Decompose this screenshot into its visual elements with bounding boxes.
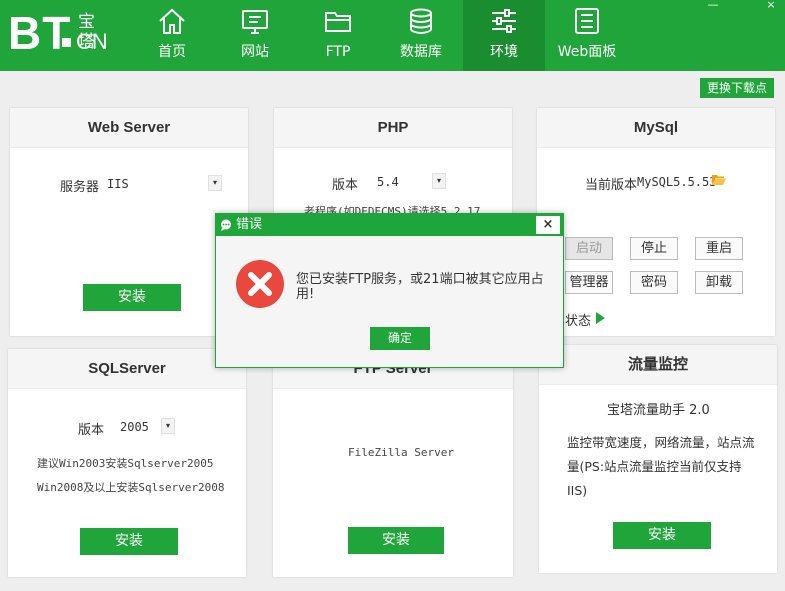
nav-ftp-label: FTP	[325, 44, 351, 60]
change-mirror-button[interactable]: 更换下载点	[700, 78, 774, 98]
mysql-current-value: MySQL5.5.53	[637, 175, 717, 189]
play-status-icon[interactable]	[596, 312, 605, 324]
nav-ftp[interactable]: FTP	[297, 0, 379, 71]
server-label: 服务器	[60, 180, 100, 195]
sqlserver-install-button[interactable]: 安装	[80, 528, 178, 555]
server-select-arrow-icon[interactable]: ▾	[208, 175, 222, 191]
php-version-label: 版本	[332, 178, 359, 193]
web-server-card: Web Server 服务器 IIS ▾ 安装	[10, 108, 248, 336]
mysql-card: MySql 当前版本 MySQL5.5.53 启动 停止 重启 管理器 密码 卸…	[537, 108, 775, 336]
mysql-password-button[interactable]: 密码	[630, 271, 678, 294]
web-server-title: Web Server	[10, 108, 248, 148]
top-header: BT 宝塔 CN 首页 网站 FTP 数据库 环境 Web面板 — ×	[0, 0, 785, 71]
sqlserver-version-arrow-icon[interactable]: ▾	[161, 418, 175, 434]
dialog-ok-button[interactable]: 确定	[370, 327, 430, 350]
nav-home-label: 首页	[158, 44, 186, 60]
mysql-manager-button[interactable]: 管理器	[565, 271, 613, 294]
mysql-restart-button[interactable]: 重启	[695, 237, 743, 260]
folder-icon	[325, 12, 351, 32]
ftp-card: FTP Server FileZilla Server 安装	[273, 349, 513, 577]
server-select-value[interactable]: IIS	[107, 177, 129, 191]
traffic-card: 流量监控 宝塔流量助手 2.0 监控带宽速度，网络流量，站点流量(PS:站点流量…	[539, 345, 777, 573]
sqlserver-card: SQLServer 版本 2005 ▾ 建议Win2003安装Sqlserver…	[8, 349, 246, 577]
error-dialog-titlebar: 错误 ×	[216, 214, 563, 236]
nav-environment[interactable]: 环境	[463, 0, 545, 71]
sqlserver-title: SQLServer	[8, 349, 246, 389]
error-x-icon	[236, 260, 284, 308]
window-close-button[interactable]: ×	[760, 0, 782, 12]
database-icon	[410, 8, 432, 35]
error-dialog: 错误 × 您已安装FTP服务，或21端口被其它应用占用! 确定	[215, 213, 564, 368]
mysql-title: MySql	[537, 108, 775, 148]
nav-web-panel[interactable]: Web面板	[546, 0, 628, 71]
sqlserver-version-value[interactable]: 2005	[120, 420, 149, 434]
traffic-tool-name: 宝塔流量助手 2.0	[607, 403, 710, 418]
error-message: 您已安装FTP服务，或21端口被其它应用占用!	[296, 272, 544, 302]
logo-dot	[62, 38, 71, 47]
logo-bt-text: BT	[8, 7, 72, 59]
nav-website-label: 网站	[241, 44, 269, 60]
sqlserver-hint-1: 建议Win2003安装Sqlserver2005	[37, 457, 214, 470]
traffic-install-button[interactable]: 安装	[613, 522, 711, 549]
nav-database[interactable]: 数据库	[380, 0, 462, 71]
php-version-arrow-icon[interactable]: ▾	[432, 173, 446, 189]
minimize-button[interactable]: —	[702, 0, 724, 12]
mysql-start-button[interactable]: 启动	[565, 237, 613, 260]
open-folder-icon[interactable]	[712, 174, 726, 186]
sliders-icon	[492, 9, 516, 33]
web-server-install-button[interactable]: 安装	[83, 284, 181, 311]
php-title: PHP	[274, 108, 512, 148]
php-version-value[interactable]: 5.4	[377, 175, 399, 189]
nav-database-label: 数据库	[400, 44, 442, 60]
monitor-icon	[242, 10, 268, 34]
list-icon	[575, 8, 599, 34]
error-dialog-title: 错误	[236, 217, 263, 232]
mysql-uninstall-button[interactable]: 卸载	[695, 271, 743, 294]
home-icon	[159, 8, 185, 34]
dialog-close-button[interactable]: ×	[536, 216, 560, 234]
ftp-server-name: FileZilla Server	[348, 446, 454, 459]
ftp-install-button[interactable]: 安装	[348, 527, 444, 554]
mysql-stop-button[interactable]: 停止	[630, 237, 678, 260]
chat-bubble-icon	[221, 219, 231, 231]
sqlserver-hint-2: Win2008及以上安装Sqlserver2008	[37, 481, 225, 494]
nav-environment-label: 环境	[490, 44, 518, 60]
nav-web-panel-label: Web面板	[557, 44, 617, 60]
logo-cn-bottom: CN	[76, 29, 108, 54]
nav-home[interactable]: 首页	[131, 0, 213, 71]
mysql-current-label: 当前版本	[585, 178, 638, 193]
nav-website[interactable]: 网站	[214, 0, 296, 71]
traffic-description: 监控带宽速度，网络流量，站点流量(PS:站点流量监控当前仅支持IIS)	[567, 435, 755, 498]
traffic-title: 流量监控	[539, 345, 777, 385]
sqlserver-version-label: 版本	[78, 423, 105, 438]
mysql-status-label: 状态	[565, 314, 592, 329]
